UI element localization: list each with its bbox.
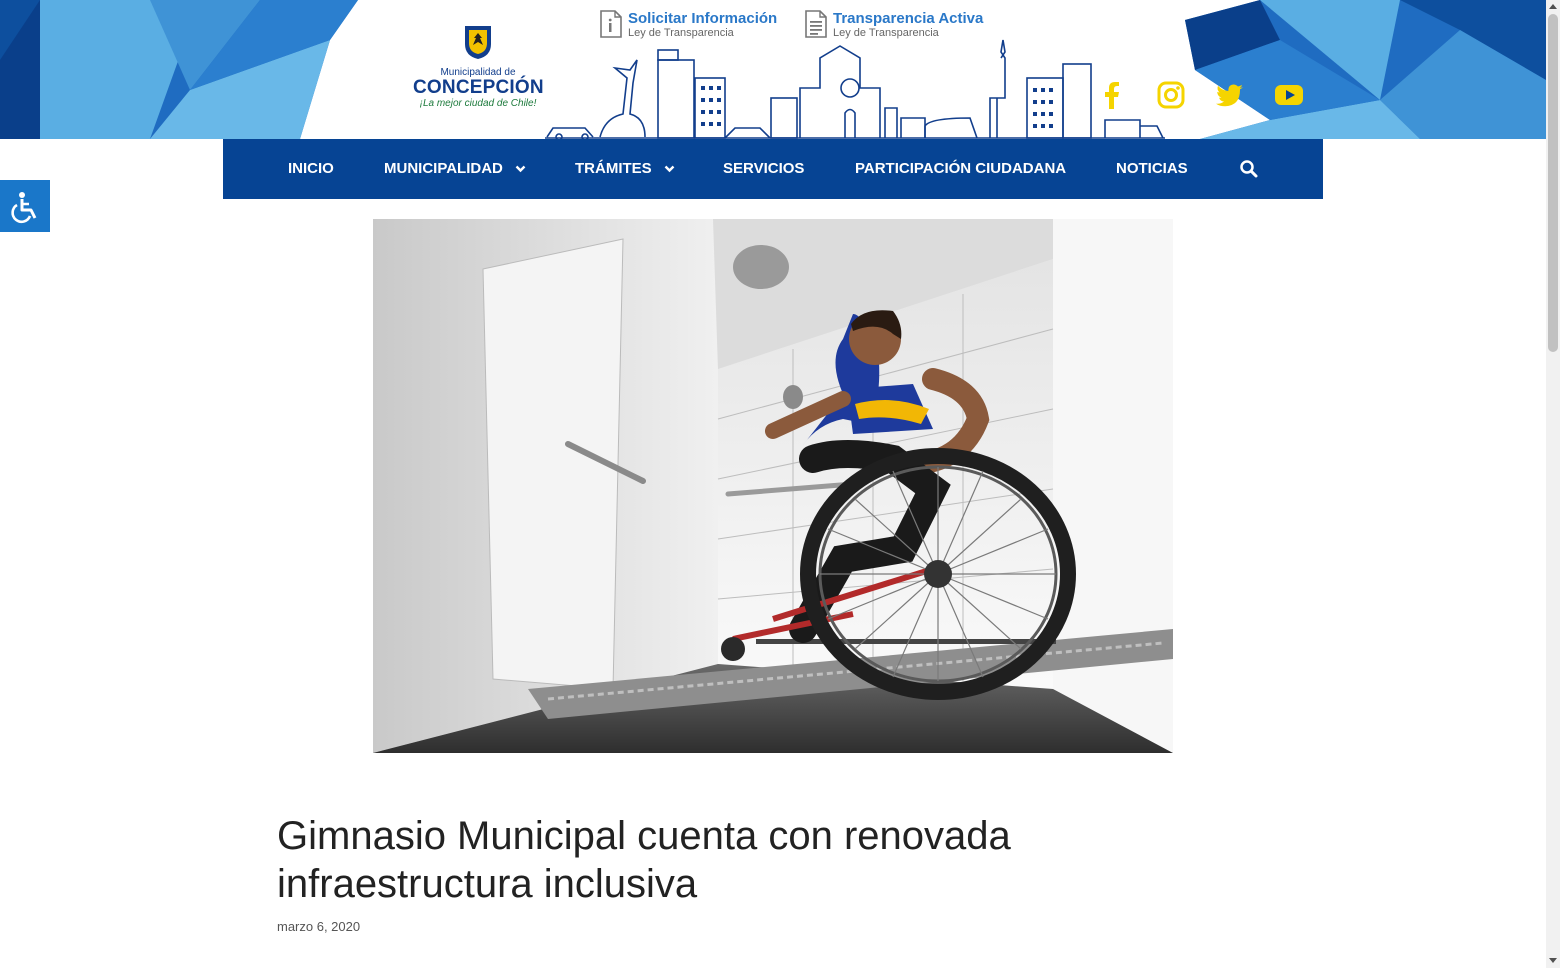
nav-item-inicio[interactable]: INICIO xyxy=(288,139,334,199)
nav-item-noticias[interactable]: NOTICIAS xyxy=(1116,139,1188,199)
wheelchair-athlete-photo xyxy=(373,219,1173,753)
solicitar-informacion-title: Solicitar Información xyxy=(628,10,778,27)
nav-item-label: INICIO xyxy=(288,160,334,177)
nav-item-municipalidad[interactable]: MUNICIPALIDAD xyxy=(384,139,526,199)
logo-name: CONCEPCIÓN xyxy=(413,77,544,98)
twitter-icon[interactable] xyxy=(1215,80,1245,110)
scroll-up-arrow-icon[interactable] xyxy=(1549,4,1557,9)
nav-item-label: TRÁMITES xyxy=(575,160,652,177)
scroll-down-arrow-icon[interactable] xyxy=(1549,958,1557,963)
article-featured-image xyxy=(373,219,1173,753)
accessibility-toolbar-button[interactable] xyxy=(0,180,50,232)
nav-item-label: MUNICIPALIDAD xyxy=(384,160,503,177)
page-scrollbar[interactable] xyxy=(1546,0,1560,968)
document-info-icon xyxy=(600,10,622,38)
nav-item-label: SERVICIOS xyxy=(723,160,805,177)
document-list-icon xyxy=(805,10,827,38)
nav-item-participacion-ciudadana[interactable]: PARTICIPACIÓN CIUDADANA xyxy=(855,139,1066,199)
coat-of-arms-icon xyxy=(465,26,491,59)
nav-item-label: NOTICIAS xyxy=(1116,160,1188,177)
municipality-logo[interactable]: Municipalidad de CONCEPCIÓN ¡La mejor ci… xyxy=(413,24,544,114)
chevron-down-icon xyxy=(664,165,675,173)
search-icon[interactable] xyxy=(1239,159,1259,179)
article-date: marzo 6, 2020 xyxy=(277,919,361,934)
chevron-down-icon xyxy=(515,165,526,173)
article-title: Gimnasio Municipal cuenta con renovada i… xyxy=(277,814,1011,906)
wheelchair-accessibility-icon xyxy=(11,192,37,223)
nav-item-label: PARTICIPACIÓN CIUDADANA xyxy=(855,160,1067,177)
nav-item-servicios[interactable]: SERVICIOS xyxy=(723,139,804,199)
scrollbar-thumb[interactable] xyxy=(1548,14,1558,352)
transparencia-activa-title: Transparencia Activa xyxy=(833,10,984,27)
nav-item-tramites[interactable]: TRÁMITES xyxy=(575,139,675,199)
main-nav-bar: INICIO MUNICIPALIDAD TRÁMITES SERVICIOS … xyxy=(223,139,1323,199)
site-header: Municipalidad de CONCEPCIÓN ¡La mejor ci… xyxy=(0,0,1546,139)
logo-slogan: ¡La mejor ciudad de Chile! xyxy=(419,98,537,109)
facebook-icon[interactable] xyxy=(1097,80,1127,110)
youtube-icon[interactable] xyxy=(1274,80,1304,110)
city-skyline-illustration xyxy=(545,39,1165,139)
instagram-icon[interactable] xyxy=(1156,80,1186,110)
